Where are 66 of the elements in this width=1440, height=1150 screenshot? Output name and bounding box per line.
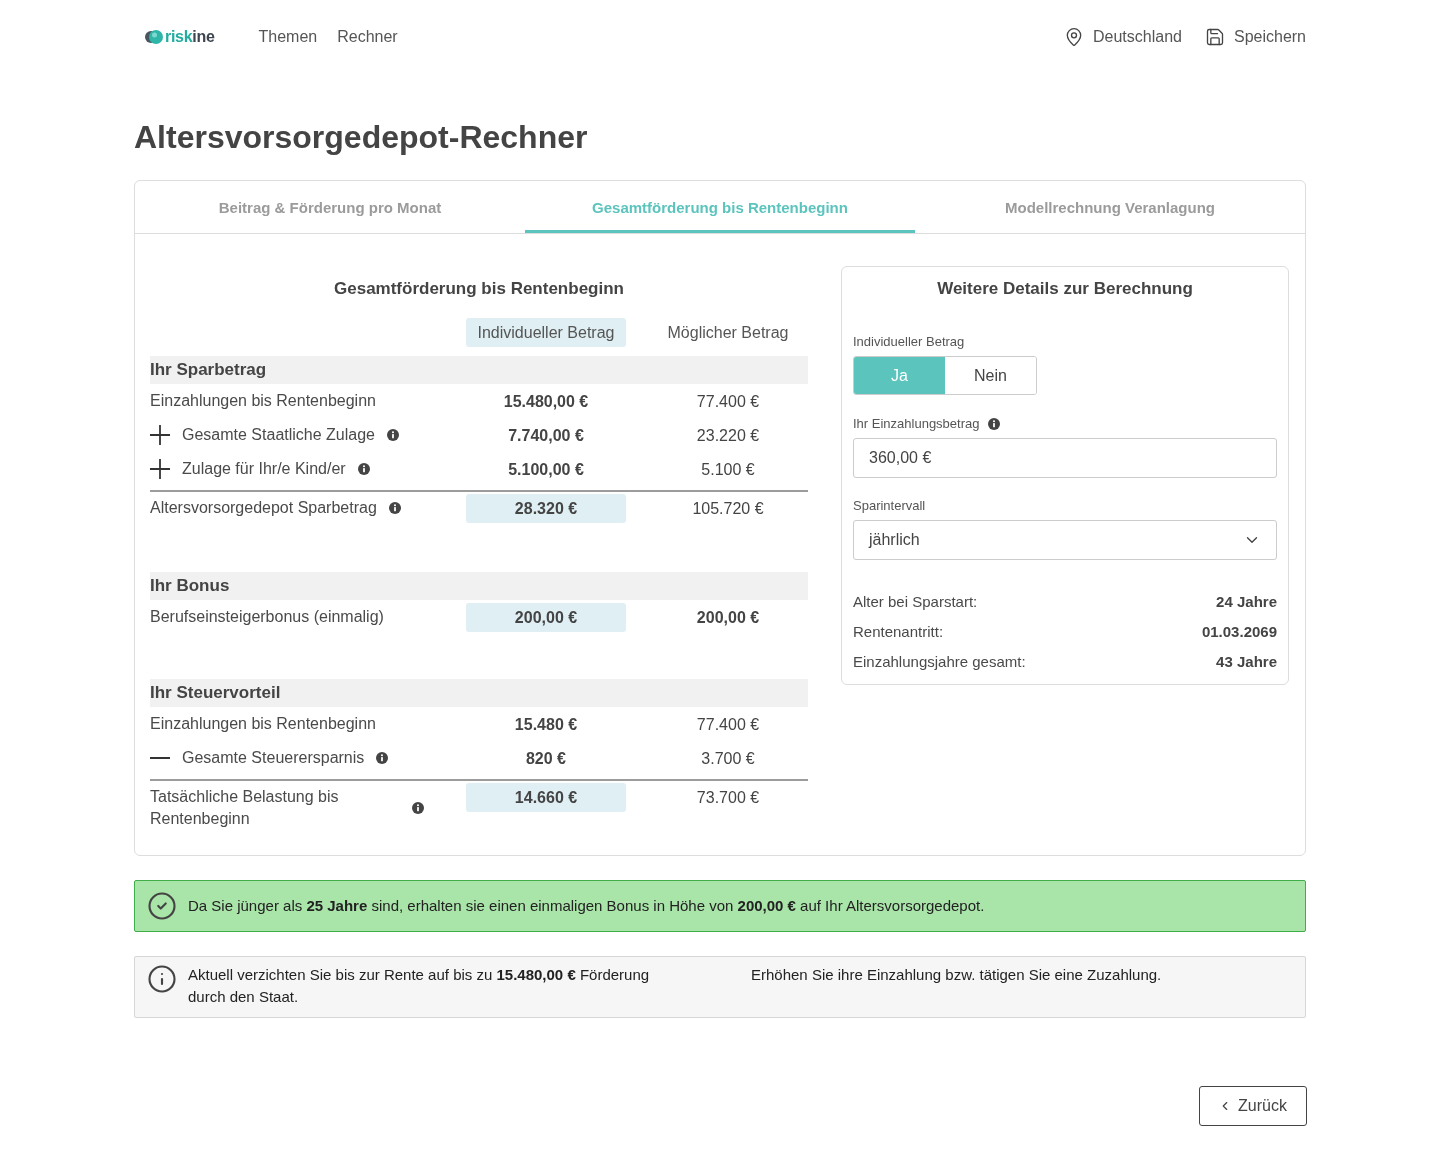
section-header: Ihr Steuervorteil: [150, 679, 808, 707]
info-circle-icon: [147, 964, 177, 994]
nav-link[interactable]: Themen: [258, 28, 318, 46]
row-label: Gesamte Staatliche Zulage: [182, 425, 375, 445]
amount-value: 77.400 €: [695, 391, 761, 412]
row-label: Einzahlungen bis Rentenbeginn: [150, 391, 376, 411]
nav-link[interactable]: Rechner: [337, 28, 398, 46]
amount-value: 15.480,00 €: [502, 391, 590, 412]
fact-label: Alter bei Sparstart:: [853, 592, 978, 610]
section-header: Ihr Bonus: [150, 572, 808, 600]
notice-text: Da Sie jünger als 25 Jahre sind, erhalten sie einen einmaligen Bonus in Höhe von 200,00 € auf Ihr Altersvorsorgedepot.: [188, 896, 986, 916]
row-label: Berufseinsteigerbonus (einmalig): [150, 607, 384, 627]
info-icon[interactable]: [412, 802, 424, 814]
highlighted-amount: 200,00 €: [466, 602, 626, 632]
field-label: Ihr Einzahlungsbetrag: [853, 415, 980, 433]
fact-value: 43 Jahre: [1216, 652, 1277, 670]
fact-value: 01.03.2069: [1201, 622, 1277, 640]
column-header: Individueller Betrag: [466, 318, 626, 347]
row-label: Einzahlungen bis Rentenbeginn: [150, 714, 376, 734]
logo-text[interactable]: riskine: [165, 28, 215, 46]
amount-value: 15.480 €: [513, 714, 579, 735]
fact-label: Einzahlungsjahre gesamt:: [853, 652, 1026, 670]
amount-value: 7.740,00 €: [507, 425, 585, 446]
amount-value: 5.100,00 €: [507, 459, 585, 480]
info-icon[interactable]: [376, 752, 389, 764]
info-icon[interactable]: [388, 502, 401, 514]
country-button[interactable]: Deutschland: [1064, 27, 1182, 47]
table-title: Gesamtförderung bis Rentenbeginn: [333, 278, 625, 300]
highlighted-amount: 14.660 €: [466, 783, 626, 812]
row-label: Altersvorsorgedepot Sparbetrag: [150, 498, 377, 518]
amount-value: 23.220 €: [695, 425, 761, 446]
notice-text: Aktuell verzichten Sie bis zur Rente auf bis zu 15.480,00 € Förderung durch den Staat.: [188, 965, 651, 1007]
fact-label: Rentenantritt:: [853, 622, 944, 640]
interval-select[interactable]: jährlich: [853, 520, 1277, 560]
back-button[interactable]: Zurück: [1199, 1086, 1307, 1126]
panel-title: Weitere Details zur Berechnung: [936, 278, 1194, 300]
amount-value: 77.400 €: [695, 714, 761, 735]
plus-icon: [150, 425, 170, 445]
info-icon[interactable]: [988, 418, 1001, 430]
row-label: Zulage für Ihr/e Kind/er: [182, 459, 346, 479]
location-pin-icon: [1064, 27, 1084, 47]
amount-value: 73.700 €: [695, 788, 761, 808]
row-label: Gesamte Steuerersparnis: [182, 748, 365, 768]
fact-value: 24 Jahre: [1216, 592, 1277, 610]
amount-value: 5.100 €: [700, 459, 756, 480]
amount-value: 820 €: [524, 748, 567, 769]
amount-value: 3.700 €: [700, 748, 756, 769]
logo-icon: [145, 30, 163, 44]
notice-hint: Erhöhen Sie ihre Einzahlung bzw. tätigen Sie eine Zuzahlung.: [751, 965, 1162, 985]
row-label: Tatsächliche Belastung bis Rentenbeginn: [150, 787, 340, 829]
page-title: Altersvorsorgedepot-Rechner: [134, 118, 589, 157]
check-circle-icon: [147, 891, 177, 921]
field-label: Sparintervall: [853, 497, 926, 515]
column-header: Möglicher Betrag: [666, 323, 790, 343]
amount-input[interactable]: 360,00 €: [853, 438, 1277, 478]
save-button[interactable]: Speichern: [1204, 27, 1306, 47]
plus-icon: [150, 459, 170, 479]
info-icon[interactable]: [357, 463, 370, 475]
section-header: Ihr Sparbetrag: [150, 356, 808, 384]
minus-icon: [150, 757, 170, 759]
highlighted-amount: 28.320 €: [466, 494, 626, 523]
amount-value: 200,00 €: [695, 607, 761, 628]
field-label: Individueller Betrag: [853, 333, 965, 351]
amount-value: 105.720 €: [691, 499, 765, 519]
save-icon: [1204, 27, 1225, 47]
info-icon[interactable]: [387, 429, 399, 441]
